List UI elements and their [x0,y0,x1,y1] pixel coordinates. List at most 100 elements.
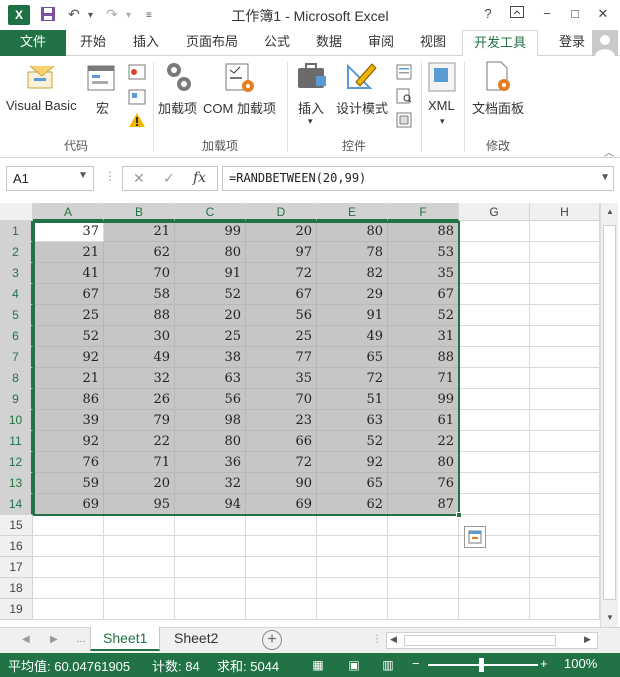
column-header-g[interactable]: G [459,203,530,221]
cell-b7[interactable]: 49 [104,347,175,368]
cell-b17[interactable] [104,557,175,578]
cell-f19[interactable] [388,599,459,620]
cell-f8[interactable]: 71 [388,368,459,389]
cell-c2[interactable]: 80 [175,242,246,263]
cell-f5[interactable]: 52 [388,305,459,326]
row-header-5[interactable]: 5 [0,305,33,326]
cell-h7[interactable] [530,347,600,368]
column-header-b[interactable]: B [104,203,175,221]
sheet-tab-sheet2[interactable]: Sheet2 [162,627,230,651]
record-macro-icon[interactable] [128,64,146,83]
cell-h17[interactable] [530,557,600,578]
cell-d1[interactable]: 20 [246,221,317,242]
tab-review[interactable]: 审阅 [358,30,404,56]
cell-b11[interactable]: 22 [104,431,175,452]
visual-basic-icon[interactable] [24,62,58,95]
sheet-scroll-right-icon[interactable]: ▶ [50,634,58,645]
cell-a7[interactable]: 92 [33,347,104,368]
cell-h2[interactable] [530,242,600,263]
row-header-3[interactable]: 3 [0,263,33,284]
scroll-down-icon[interactable]: ▼ [601,613,619,622]
cell-f11[interactable]: 22 [388,431,459,452]
zoom-in-button[interactable]: + [540,656,548,671]
restore-button[interactable]: □ [564,4,586,24]
cell-c19[interactable] [175,599,246,620]
tab-split-grip-icon[interactable]: ⋮ [372,634,382,645]
row-header-2[interactable]: 2 [0,242,33,263]
tab-insert[interactable]: 插入 [122,30,170,56]
quick-analysis-icon[interactable] [464,526,486,548]
cell-d8[interactable]: 35 [246,368,317,389]
cell-c7[interactable]: 38 [175,347,246,368]
cell-c1[interactable]: 99 [175,221,246,242]
cell-c6[interactable]: 25 [175,326,246,347]
cell-g4[interactable] [459,284,530,305]
row-header-16[interactable]: 16 [0,536,33,557]
cell-h3[interactable] [530,263,600,284]
fill-handle[interactable] [456,512,462,518]
cell-e17[interactable] [317,557,388,578]
cancel-entry-icon[interactable]: ✕ [133,170,145,187]
cell-f12[interactable]: 80 [388,452,459,473]
cell-e9[interactable]: 51 [317,389,388,410]
cell-h10[interactable] [530,410,600,431]
cell-g13[interactable] [459,473,530,494]
properties-icon[interactable] [396,64,412,83]
cell-a1[interactable]: 37 [33,221,104,242]
row-header-6[interactable]: 6 [0,326,33,347]
row-header-10[interactable]: 10 [0,410,33,431]
cell-e13[interactable]: 65 [317,473,388,494]
cell-a14[interactable]: 69 [33,494,104,515]
cell-c11[interactable]: 80 [175,431,246,452]
cell-d17[interactable] [246,557,317,578]
cell-b3[interactable]: 70 [104,263,175,284]
cell-d5[interactable]: 56 [246,305,317,326]
cell-e8[interactable]: 72 [317,368,388,389]
cell-h8[interactable] [530,368,600,389]
cell-a6[interactable]: 52 [33,326,104,347]
cell-f2[interactable]: 53 [388,242,459,263]
column-header-e[interactable]: E [317,203,388,221]
cell-b1[interactable]: 21 [104,221,175,242]
cell-g9[interactable] [459,389,530,410]
cell-e6[interactable]: 49 [317,326,388,347]
tab-home[interactable]: 开始 [70,30,116,56]
cell-d11[interactable]: 66 [246,431,317,452]
document-panel-icon[interactable] [484,60,514,97]
cell-b14[interactable]: 95 [104,494,175,515]
row-header-14[interactable]: 14 [0,494,33,515]
cell-e12[interactable]: 92 [317,452,388,473]
cell-a17[interactable] [33,557,104,578]
cell-a13[interactable]: 59 [33,473,104,494]
cell-f4[interactable]: 67 [388,284,459,305]
cell-c9[interactable]: 56 [175,389,246,410]
macros-button[interactable]: 宏 [96,98,109,117]
cell-e5[interactable]: 91 [317,305,388,326]
cell-g14[interactable] [459,494,530,515]
cell-e18[interactable] [317,578,388,599]
cell-f14[interactable]: 87 [388,494,459,515]
zoom-slider-thumb[interactable] [479,658,484,672]
column-header-f[interactable]: F [388,203,459,221]
cell-h1[interactable] [530,221,600,242]
horizontal-scroll-thumb[interactable] [404,635,556,646]
help-button[interactable]: ? [477,4,499,24]
xml-dropdown-icon[interactable]: ▾ [440,116,445,127]
cell-h12[interactable] [530,452,600,473]
cell-g10[interactable] [459,410,530,431]
cell-g7[interactable] [459,347,530,368]
cell-e10[interactable]: 63 [317,410,388,431]
cell-c4[interactable]: 52 [175,284,246,305]
scroll-up-icon[interactable]: ▲ [601,207,619,216]
cell-a10[interactable]: 39 [33,410,104,431]
cell-d6[interactable]: 25 [246,326,317,347]
cell-g2[interactable] [459,242,530,263]
scroll-right-icon[interactable]: ▶ [584,634,591,645]
cell-b18[interactable] [104,578,175,599]
cell-d4[interactable]: 67 [246,284,317,305]
minimize-button[interactable]: − [536,4,558,24]
cell-b6[interactable]: 30 [104,326,175,347]
insert-controls-icon[interactable] [296,62,328,95]
add-ins-button[interactable]: 加载项 [158,98,197,117]
row-header-1[interactable]: 1 [0,221,33,242]
